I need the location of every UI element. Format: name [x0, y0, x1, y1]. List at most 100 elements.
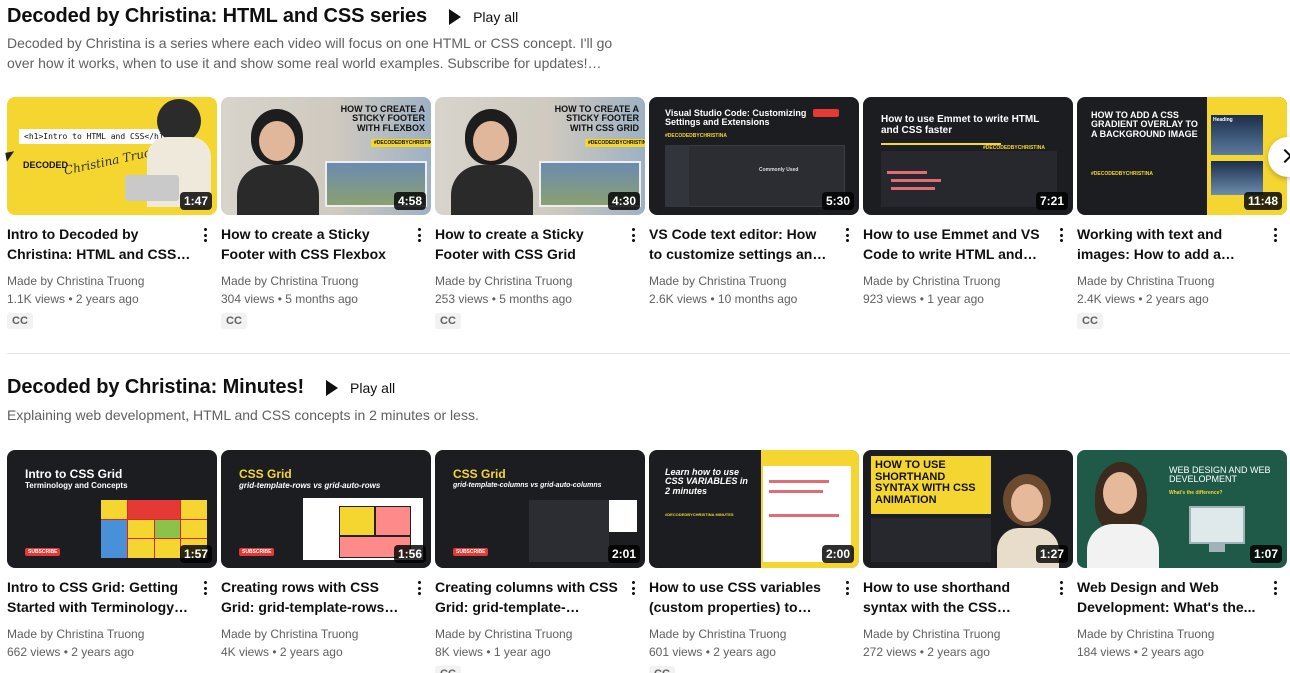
cc-badge: CC — [221, 313, 247, 329]
person-body — [451, 165, 533, 215]
video-thumbnail[interactable]: HOW TO USE SHORTHAND SYNTAX WITH CSS ANI… — [863, 450, 1073, 568]
video-thumbnail[interactable]: HOW TO ADD A CSS GRADIENT OVERLAY TO A B… — [1077, 97, 1287, 215]
person-face — [473, 121, 509, 161]
more-vert-icon[interactable] — [197, 579, 213, 597]
code-line — [887, 171, 927, 174]
video-title[interactable]: Intro to Decoded by Christina: HTML and … — [7, 224, 191, 264]
video-thumbnail[interactable]: WEB DESIGN AND WEB DEVELOPMENT What's th… — [1077, 450, 1287, 568]
thumb-headline: Visual Studio Code: Customizing Settings… — [665, 108, 807, 128]
channel-name[interactable]: Made by Christina Truong — [221, 272, 405, 290]
upload-age: 2 years ago — [1145, 292, 1209, 306]
duration-badge: 2:01 — [607, 545, 640, 563]
video-title[interactable]: Web Design and Web Development: What's t… — [1077, 577, 1261, 617]
view-count: 4K views — [221, 645, 270, 659]
video-thumbnail[interactable]: How to use Emmet to write HTML and CSS f… — [863, 97, 1073, 215]
channel-name[interactable]: Made by Christina Truong — [435, 625, 619, 643]
play-all-button[interactable]: Play all — [326, 379, 395, 396]
video-card: CSS Grid grid-template-rows vs grid-auto… — [221, 450, 431, 673]
thumb-monitor-stand — [1209, 544, 1225, 552]
channel-name[interactable]: Made by Christina Truong — [221, 625, 405, 643]
upload-age: 10 months ago — [717, 292, 798, 306]
upload-age: 5 months ago — [285, 292, 358, 306]
thumb-white-panel — [609, 500, 637, 532]
thumb-headline: HOW TO USE SHORTHAND SYNTAX WITH CSS ANI… — [875, 459, 976, 506]
video-card: <h1>Intro to HTML and CSS</h1> DECODED C… — [7, 97, 217, 329]
thumb-subscribe-sticker: SUBSCRIBE — [453, 548, 489, 556]
view-count: 304 views — [221, 292, 275, 306]
channel-name[interactable]: Made by Christina Truong — [649, 272, 833, 290]
channel-name[interactable]: Made by Christina Truong — [863, 625, 1047, 643]
video-title[interactable]: VS Code text editor: How to customize se… — [649, 224, 833, 264]
more-vert-icon[interactable] — [1053, 579, 1069, 597]
video-stats: 2.4K views • 2 years ago — [1077, 292, 1209, 306]
video-title[interactable]: How to use shorthand syntax with the CSS… — [863, 577, 1047, 617]
video-title[interactable]: How to create a Sticky Footer with CSS F… — [221, 224, 405, 264]
upload-age: 1 year ago — [493, 645, 551, 659]
channel-name[interactable]: Made by Christina Truong — [1077, 625, 1261, 643]
video-title[interactable]: Working with text and images: How to add… — [1077, 224, 1261, 264]
thumb-headline: HOW TO CREATE A STICKY FOOTER WITH CSS G… — [554, 104, 639, 133]
video-thumbnail[interactable]: Learn how to use CSS VARIABLES in 2 minu… — [649, 450, 859, 568]
video-title[interactable]: Intro to CSS Grid: Getting Started with … — [7, 577, 191, 617]
more-vert-icon[interactable] — [1053, 226, 1069, 244]
channel-name[interactable]: Made by Christina Truong — [435, 272, 619, 290]
video-title[interactable]: Creating columns with CSS Grid: grid-tem… — [435, 577, 619, 617]
more-vert-icon[interactable] — [411, 579, 427, 597]
video-title[interactable]: Creating rows with CSS Grid: grid-templa… — [221, 577, 405, 617]
video-thumbnail[interactable]: Visual Studio Code: Customizing Settings… — [649, 97, 859, 215]
channel-name[interactable]: Made by Christina Truong — [7, 625, 191, 643]
shelf-title[interactable]: Decoded by Christina: Minutes! — [7, 376, 304, 399]
video-thumbnail[interactable]: Intro to CSS Grid Terminology and Concep… — [7, 450, 217, 568]
more-vert-icon[interactable] — [625, 226, 641, 244]
video-title[interactable]: How to use CSS variables (custom propert… — [649, 577, 833, 617]
duration-badge: 5:30 — [821, 192, 854, 210]
more-vert-icon[interactable] — [625, 579, 641, 597]
more-vert-icon[interactable] — [839, 226, 855, 244]
video-thumbnail[interactable]: <h1>Intro to HTML and CSS</h1> DECODED C… — [7, 97, 217, 215]
play-all-button[interactable]: Play all — [449, 8, 518, 25]
channel-name[interactable]: Made by Christina Truong — [7, 272, 191, 290]
duration-badge: 1:56 — [393, 545, 426, 563]
shelf-title[interactable]: Decoded by Christina: HTML and CSS serie… — [7, 5, 427, 28]
more-vert-icon[interactable] — [1267, 226, 1283, 244]
video-title[interactable]: How to use Emmet and VS Code to write HT… — [863, 224, 1047, 264]
video-thumbnail[interactable]: HOW TO CREATE A STICKY FOOTER WITH CSS G… — [435, 97, 645, 215]
more-vert-icon[interactable] — [839, 579, 855, 597]
video-thumbnail[interactable]: HOW TO CREATE A STICKY FOOTER WITH FLEXB… — [221, 97, 431, 215]
play-icon — [449, 8, 462, 25]
code-line — [769, 514, 839, 517]
channel-name[interactable]: Made by Christina Truong — [863, 272, 1047, 290]
shelf-header: Decoded by Christina: HTML and CSS serie… — [7, 5, 518, 28]
thumb-grid-cell — [375, 506, 411, 536]
upload-age: 2 years ago — [1141, 645, 1204, 659]
person-body — [237, 165, 319, 215]
channel-name[interactable]: Made by Christina Truong — [1077, 272, 1261, 290]
more-vert-icon[interactable] — [197, 226, 213, 244]
duration-badge: 2:00 — [821, 545, 854, 563]
video-card: WEB DESIGN AND WEB DEVELOPMENT What's th… — [1077, 450, 1287, 673]
video-meta: Web Design and Web Development: What's t… — [1077, 577, 1287, 661]
cc-badge: CC — [435, 666, 461, 673]
code-line — [769, 480, 829, 483]
video-thumbnail[interactable]: CSS Grid grid-template-rows vs grid-auto… — [221, 450, 431, 568]
more-vert-icon[interactable] — [411, 226, 427, 244]
video-stats: 662 views • 2 years ago — [7, 645, 134, 659]
view-count: 601 views — [649, 645, 703, 659]
thumb-headline: How to use Emmet to write HTML and CSS f… — [881, 114, 1040, 136]
video-title[interactable]: How to create a Sticky Footer with CSS G… — [435, 224, 619, 264]
video-row: <h1>Intro to HTML and CSS</h1> DECODED C… — [7, 97, 1287, 329]
channel-name[interactable]: Made by Christina Truong — [649, 625, 833, 643]
video-thumbnail[interactable]: CSS Grid grid-template-columns vs grid-a… — [435, 450, 645, 568]
video-meta: Creating rows with CSS Grid: grid-templa… — [221, 577, 431, 661]
video-stats: 601 views • 2 years ago — [649, 645, 776, 659]
video-stats: 304 views • 5 months ago — [221, 292, 358, 306]
thumb-headline: HOW TO CREATE A STICKY FOOTER WITH FLEXB… — [340, 104, 425, 133]
more-vert-icon[interactable] — [1267, 579, 1283, 597]
duration-badge: 1:57 — [179, 545, 212, 563]
thumb-tag: #DECODEDBYCHRISTINA — [665, 133, 727, 139]
duration-badge: 4:58 — [393, 192, 426, 210]
cc-badge: CC — [649, 666, 675, 673]
thumb-editor-window — [665, 145, 845, 207]
person-face — [259, 121, 295, 161]
thumb-tag: #DECODEDBYCHRISTINA — [371, 139, 431, 147]
